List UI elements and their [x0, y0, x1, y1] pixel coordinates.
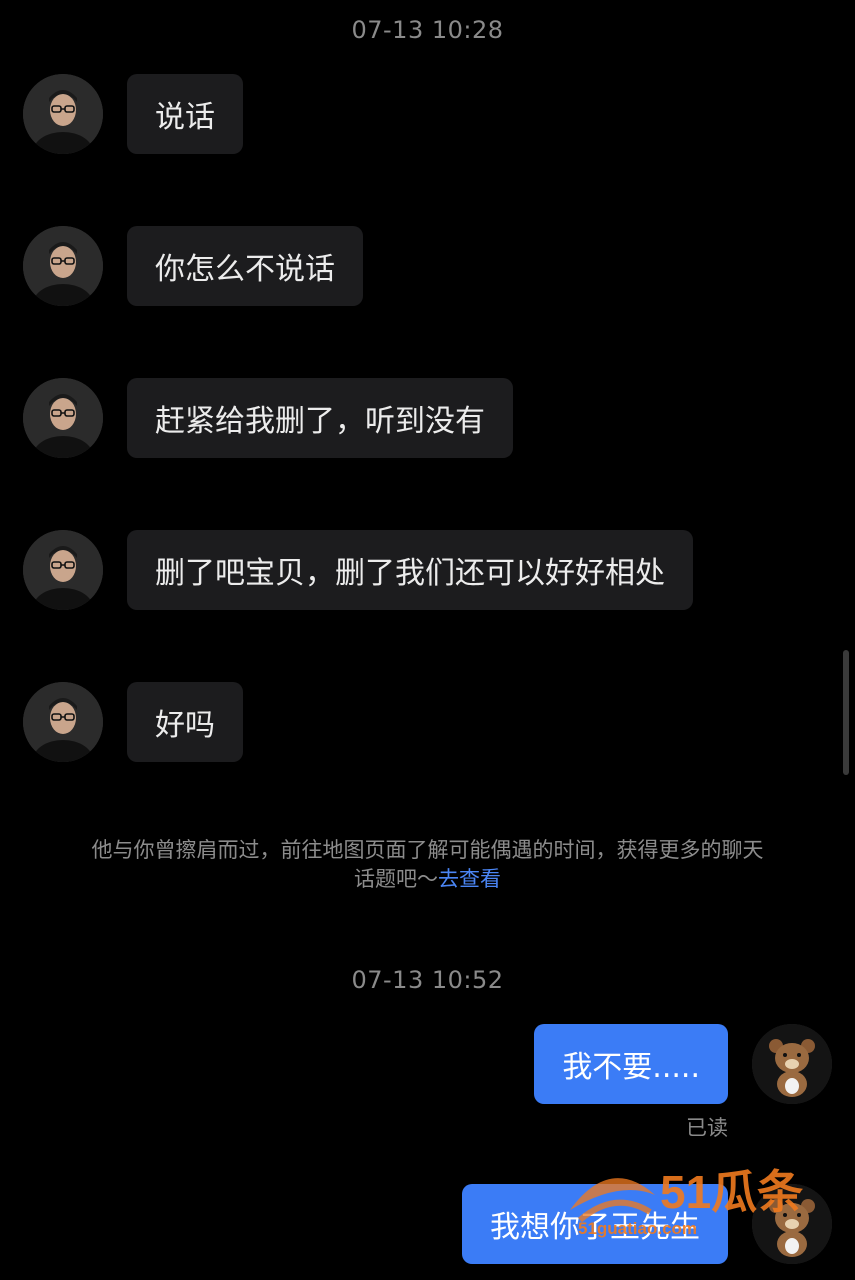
person-avatar-icon: [23, 226, 103, 306]
watermark-logo: 51瓜条 51guatiao.com: [570, 1166, 803, 1238]
timestamp: 07-13 10:52: [351, 966, 504, 994]
scrollbar-thumb[interactable]: [843, 650, 849, 775]
person-avatar-icon: [23, 530, 103, 610]
watermark-domain: 51guatiao.com: [578, 1219, 697, 1238]
person-avatar-icon: [23, 378, 103, 458]
message-bubble[interactable]: 删了吧宝贝，删了我们还可以好好相处: [127, 530, 693, 610]
contact-avatar[interactable]: [23, 530, 103, 610]
message-bubble[interactable]: 我不要.....: [534, 1024, 728, 1104]
message-row-received: 删了吧宝贝，删了我们还可以好好相处: [0, 530, 855, 610]
contact-avatar[interactable]: [23, 682, 103, 762]
message-row-sent: 我不要.....: [0, 1024, 855, 1104]
message-row-received: 你怎么不说话: [0, 226, 855, 306]
person-avatar-icon: [23, 74, 103, 154]
watermark-brand: 51瓜条: [660, 1166, 803, 1218]
message-bubble[interactable]: 好吗: [127, 682, 243, 762]
message-row-received: 好吗: [0, 682, 855, 762]
person-avatar-icon: [23, 682, 103, 762]
message-bubble[interactable]: 说话: [127, 74, 243, 154]
bear-avatar-icon: [752, 1024, 832, 1104]
contact-avatar[interactable]: [23, 74, 103, 154]
message-row-received: 说话: [0, 74, 855, 154]
hint-text: 他与你曾擦肩而过，前往地图页面了解可能偶遇的时间，获得更多的聊天话题吧～: [91, 838, 764, 891]
message-row-received: 赶紧给我删了，听到没有: [0, 378, 855, 458]
contact-avatar[interactable]: [23, 378, 103, 458]
contact-avatar[interactable]: [23, 226, 103, 306]
encounter-hint: 他与你曾擦肩而过，前往地图页面了解可能偶遇的时间，获得更多的聊天话题吧～去查看: [90, 836, 765, 894]
message-bubble[interactable]: 你怎么不说话: [127, 226, 363, 306]
message-bubble[interactable]: 赶紧给我删了，听到没有: [127, 378, 513, 458]
site-watermark: 51瓜条 51guatiao.com: [560, 1150, 845, 1250]
read-status: 已读: [686, 1116, 728, 1140]
timestamp: 07-13 10:28: [351, 16, 504, 44]
view-map-link[interactable]: 去查看: [438, 867, 501, 891]
my-avatar[interactable]: [752, 1024, 832, 1104]
